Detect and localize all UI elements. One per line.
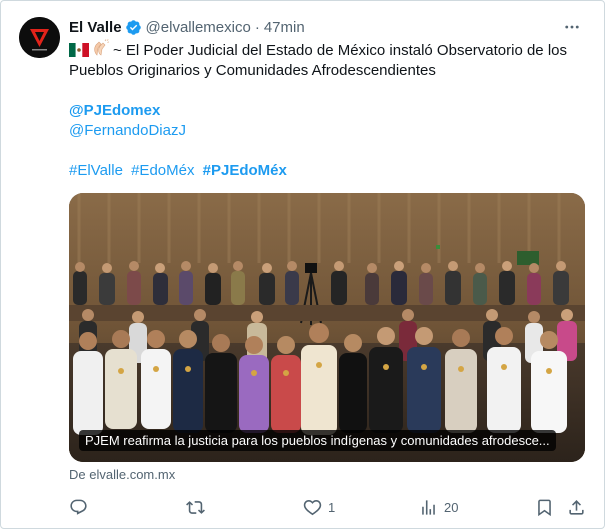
views-icon: [422, 499, 435, 515]
retweet-icon: [186, 500, 205, 514]
action-bar: 1 20: [69, 495, 589, 519]
tweet-text: ~ El Poder Judicial del Estado de México…: [69, 39, 589, 181]
reply-icon: [70, 499, 87, 515]
verified-badge-icon: [125, 19, 142, 36]
author-name[interactable]: El Valle: [69, 19, 122, 36]
tweet-text-line2: Pueblos Originarios y Comunidades Afrode…: [69, 62, 436, 79]
separator: ·: [254, 18, 260, 36]
reply-button[interactable]: [69, 498, 94, 517]
views-button[interactable]: 20: [419, 498, 458, 517]
like-button[interactable]: 1: [303, 498, 335, 517]
mexico-flag-icon: [69, 43, 89, 57]
views-count: 20: [444, 499, 459, 515]
hashtag-edomex[interactable]: #EdoMéx: [131, 162, 194, 179]
media-caption: PJEM reafirma la justicia para los puebl…: [79, 430, 556, 451]
hashtag-pjedomex[interactable]: #PJEdoMéx: [203, 162, 287, 179]
like-icon: [303, 499, 322, 515]
bookmark-button[interactable]: [535, 498, 554, 517]
media-photo[interactable]: PJEM reafirma la justicia para los puebl…: [69, 193, 585, 462]
bookmark-icon: [538, 499, 551, 516]
share-icon: [569, 499, 584, 515]
more-icon[interactable]: [562, 17, 582, 37]
share-button[interactable]: [567, 498, 586, 517]
author-handle[interactable]: @elvallemexico: [146, 19, 251, 36]
like-count: 1: [328, 499, 336, 515]
link-source[interactable]: De elvalle.com.mx: [69, 467, 175, 482]
avatar[interactable]: [19, 17, 60, 58]
hashtag-elvalle[interactable]: #ElValle: [69, 162, 123, 179]
tweet-header: El Valle @elvallemexico · 47min: [69, 15, 584, 39]
mention-fernandodiazj[interactable]: @FernandoDiazJ: [69, 122, 186, 139]
tweet-text-line1: ~ El Poder Judicial del Estado de México…: [113, 42, 567, 59]
mention-pjedomex[interactable]: @PJEdomex: [69, 102, 160, 119]
group-photo-image: [69, 193, 585, 462]
retweet-button[interactable]: [186, 498, 211, 517]
el-valle-logo-icon: [19, 17, 60, 58]
tweet-card[interactable]: El Valle @elvallemexico · 47min ~ El Pod…: [0, 0, 605, 529]
timestamp[interactable]: 47min: [264, 19, 305, 36]
clapping-hands-icon: [94, 39, 110, 56]
hashtags: #ElValle #EdoMéx #PJEdoMéx: [69, 161, 589, 181]
